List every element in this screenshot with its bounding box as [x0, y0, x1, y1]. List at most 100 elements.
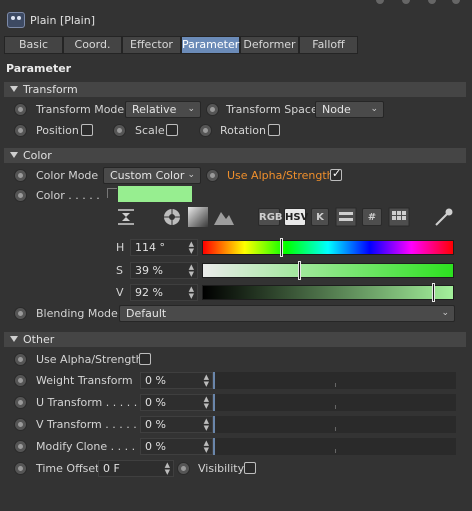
scale-checkbox[interactable]	[166, 124, 178, 136]
transform-space-label: Transform Space	[226, 103, 318, 116]
hex-icon[interactable]: #	[362, 208, 382, 226]
dropdown-value: Custom Color	[110, 169, 185, 182]
stepper-arrows-icon[interactable]: ▲ ▼	[204, 440, 209, 454]
tab-coord[interactable]: Coord.	[63, 36, 122, 54]
rotation-checkbox[interactable]	[268, 124, 280, 136]
animate-toggle[interactable]	[206, 103, 219, 116]
transform-space-dropdown[interactable]: Node ⌄	[315, 101, 384, 118]
stepper-arrows-icon[interactable]: ▲ ▼	[204, 418, 209, 432]
animate-toggle[interactable]	[14, 374, 27, 387]
animate-toggle[interactable]	[177, 462, 190, 475]
animate-toggle[interactable]	[14, 169, 27, 182]
chevron-down-icon: ⌄	[370, 104, 378, 114]
slider-tick	[335, 405, 336, 409]
rotation-label: Rotation	[220, 124, 267, 137]
value-gradient-slider[interactable]	[202, 285, 454, 300]
stepper-arrows-icon[interactable]: ▲ ▼	[204, 374, 209, 388]
tab-falloff[interactable]: Falloff	[299, 36, 358, 54]
animate-toggle[interactable]	[14, 418, 27, 431]
collapse-icon[interactable]	[116, 207, 136, 227]
animate-toggle[interactable]	[14, 307, 27, 320]
group-label: Color	[23, 149, 52, 162]
time-offset-label: Time Offset	[36, 462, 100, 475]
hue-label: H	[116, 241, 125, 254]
tab-parameter[interactable]: Parameter	[181, 36, 240, 54]
collapse-triangle-icon	[10, 152, 18, 158]
color-mode-dropdown[interactable]: Custom Color ⌄	[103, 167, 201, 184]
saturation-slider-handle[interactable]	[298, 261, 302, 280]
transform-mode-dropdown[interactable]: Relative ⌄	[125, 101, 201, 118]
animate-toggle[interactable]	[14, 462, 27, 475]
rgb-button[interactable]: RGB	[258, 208, 283, 226]
hue-gradient-slider[interactable]	[202, 240, 454, 255]
field-value: 0 F	[103, 462, 120, 475]
u-transform-label: U Transform . . . . .	[36, 396, 138, 409]
animate-toggle[interactable]	[14, 396, 27, 409]
u-transform-field[interactable]: 0 % ▲ ▼	[140, 394, 213, 411]
animate-toggle[interactable]	[113, 124, 126, 137]
animate-toggle[interactable]	[14, 103, 27, 116]
blending-mode-dropdown[interactable]: Default ⌄	[119, 305, 455, 322]
other-use-alpha-checkbox[interactable]	[139, 353, 151, 365]
eyedropper-icon[interactable]	[433, 206, 455, 228]
tab-deformer[interactable]: Deformer	[240, 36, 299, 54]
color-swatch[interactable]	[118, 186, 192, 202]
stepper-arrows-icon[interactable]: ▲ ▼	[165, 462, 170, 476]
value-slider-handle[interactable]	[431, 283, 435, 302]
swatches-icon[interactable]	[388, 207, 410, 227]
saturation-field[interactable]: 39 % ▲ ▼	[130, 262, 198, 279]
animate-toggle[interactable]	[14, 124, 27, 137]
section-title: Parameter	[6, 62, 72, 75]
animate-toggle[interactable]	[206, 169, 219, 182]
weight-transform-label: Weight Transform	[36, 374, 133, 387]
mixer-icon[interactable]	[335, 207, 357, 227]
hue-slider-handle[interactable]	[279, 238, 283, 257]
slider-tick	[335, 449, 336, 453]
modify-clone-field[interactable]: 0 % ▲ ▼	[140, 438, 213, 455]
slider-tick	[335, 383, 336, 387]
stepper-arrows-icon[interactable]: ▲ ▼	[204, 396, 209, 410]
blending-mode-label: Blending Mode	[36, 307, 118, 320]
image-icon[interactable]	[213, 207, 235, 227]
group-header-other[interactable]: Other	[4, 332, 466, 347]
other-use-alpha-label: Use Alpha/Strength	[36, 353, 143, 366]
spectrum-icon[interactable]	[187, 206, 209, 228]
time-offset-field[interactable]: 0 F ▲ ▼	[98, 460, 174, 477]
stepper-arrows-icon[interactable]: ▲ ▼	[189, 264, 194, 278]
saturation-gradient-slider[interactable]	[202, 263, 454, 278]
field-value: 114 °	[135, 241, 165, 254]
stepper-arrows-icon[interactable]: ▲ ▼	[189, 241, 194, 255]
animate-toggle[interactable]	[199, 124, 212, 137]
use-alpha-strength-checkbox[interactable]	[330, 167, 342, 181]
dropdown-value: Relative	[132, 103, 177, 116]
animate-toggle[interactable]	[14, 189, 27, 202]
visibility-checkbox[interactable]	[244, 462, 256, 474]
stepper-arrows-icon[interactable]: ▲ ▼	[189, 286, 194, 300]
weight-transform-slider[interactable]	[213, 372, 456, 389]
tab-effector[interactable]: Effector	[122, 36, 181, 54]
field-value: 92 %	[135, 286, 163, 299]
field-value: 0 %	[145, 440, 166, 453]
scale-label: Scale	[135, 124, 165, 137]
position-checkbox[interactable]	[81, 124, 93, 136]
weight-transform-field[interactable]: 0 % ▲ ▼	[140, 372, 213, 389]
v-transform-slider[interactable]	[213, 416, 456, 433]
dropdown-value: Node	[322, 103, 351, 116]
v-transform-label: V Transform . . . . .	[36, 418, 137, 431]
animate-toggle[interactable]	[14, 440, 27, 453]
hue-field[interactable]: 114 ° ▲ ▼	[130, 239, 198, 256]
color-wheel-icon[interactable]	[162, 207, 182, 227]
group-header-color[interactable]: Color	[4, 148, 466, 163]
plain-effector-icon	[7, 12, 25, 28]
v-transform-field[interactable]: 0 % ▲ ▼	[140, 416, 213, 433]
modify-clone-slider[interactable]	[213, 438, 456, 455]
u-transform-slider[interactable]	[213, 394, 456, 411]
animate-toggle[interactable]	[14, 353, 27, 366]
hsv-button[interactable]: HSV	[284, 208, 308, 226]
tab-basic[interactable]: Basic	[4, 36, 63, 54]
group-header-transform[interactable]: Transform	[4, 82, 466, 97]
saturation-label: S	[116, 264, 123, 277]
kelvin-button[interactable]: K	[311, 208, 329, 226]
value-field[interactable]: 92 % ▲ ▼	[130, 284, 198, 301]
use-alpha-strength-label: Use Alpha/Strength	[227, 169, 334, 182]
